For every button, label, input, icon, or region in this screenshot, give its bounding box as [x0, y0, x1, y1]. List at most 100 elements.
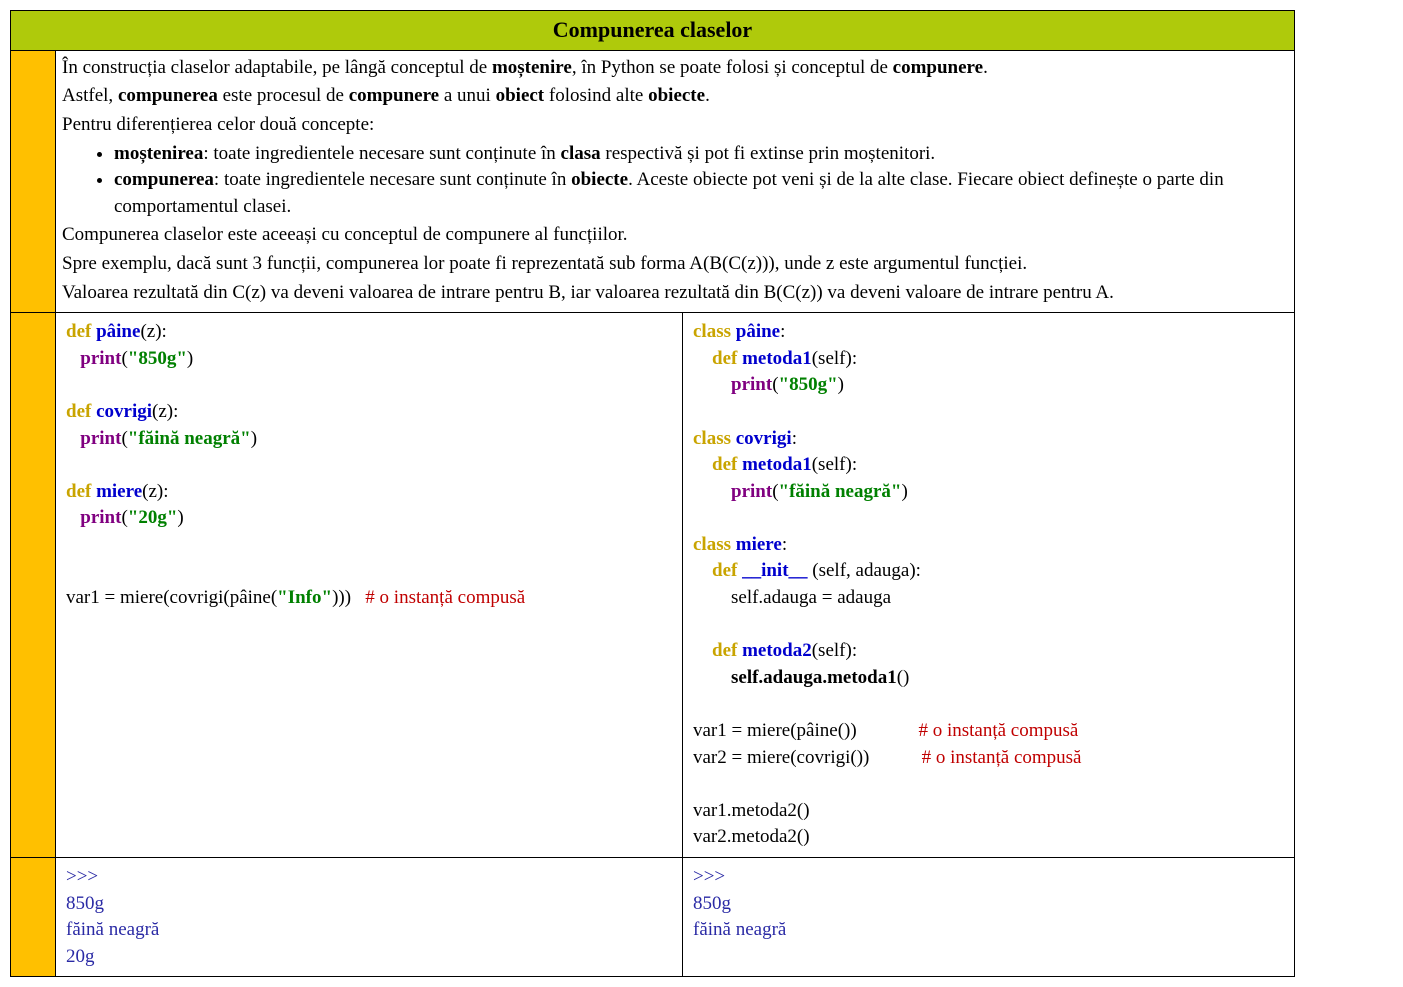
bold: compunere	[349, 85, 439, 106]
text: (self):	[812, 640, 857, 661]
text: :	[782, 534, 787, 555]
prompt: >>>	[66, 866, 98, 887]
bold: obiecte	[648, 85, 705, 106]
kw-def: def	[66, 321, 91, 342]
string-literal: "20g"	[128, 507, 178, 528]
text: : toate ingredientele necesare sunt conț…	[203, 143, 560, 164]
fn-print: print	[731, 481, 772, 502]
text: Astfel,	[62, 85, 118, 106]
output-line: făină neagră	[66, 919, 159, 940]
code-right-cell: class pâine: def metoda1(self): print("8…	[683, 313, 1295, 858]
text: )))	[332, 587, 365, 608]
output-line: 850g	[66, 893, 104, 914]
kw-class: class	[693, 321, 731, 342]
text: var1 = miere(covrigi(pâine(	[66, 587, 277, 608]
comment: # o instanță compusă	[365, 587, 525, 608]
text: self.adauga = adauga	[693, 587, 891, 608]
bold: clasa	[561, 143, 601, 164]
output-right-cell: >>> 850g făină neagră	[683, 858, 1295, 977]
text: folosind alte	[544, 85, 648, 106]
bold: moștenirea	[114, 143, 203, 164]
text: (z):	[140, 321, 166, 342]
bold: obiecte	[571, 169, 628, 190]
output-row: >>> 850g făină neagră 20g >>> 850g făină…	[11, 858, 1295, 977]
output-right: >>> 850g făină neagră	[689, 862, 1288, 946]
output-left-cell: >>> 850g făină neagră 20g	[56, 858, 683, 977]
fn-name: metoda1	[742, 348, 812, 369]
text: a unui	[439, 85, 495, 106]
text: (self, adauga):	[808, 560, 921, 581]
table-title: Compunerea claselor	[11, 11, 1295, 51]
text: .	[983, 57, 988, 78]
fn-print: print	[80, 428, 121, 449]
intro-row: În construcția claselor adaptabile, pe l…	[11, 50, 1295, 312]
fn-name: metoda1	[742, 454, 812, 475]
output-line: făină neagră	[693, 919, 786, 940]
kw-def: def	[712, 348, 737, 369]
class-name: miere	[736, 534, 782, 555]
text: var1 = miere(pâine())	[693, 720, 857, 741]
text: Valoarea rezultată din C(z) va deveni va…	[62, 280, 1288, 307]
code-row: def pâine(z): print("850g") def covrigi(…	[11, 313, 1295, 858]
text: .	[705, 85, 710, 106]
text: : toate ingredientele necesare sunt conț…	[214, 169, 571, 190]
kw-def: def	[712, 454, 737, 475]
string-literal: "făină neagră"	[128, 428, 251, 449]
prompt: >>>	[693, 866, 725, 887]
kw-def: def	[712, 560, 737, 581]
text: (z):	[142, 481, 168, 502]
text: ()	[897, 667, 910, 688]
text: (self):	[812, 454, 857, 475]
class-name: pâine	[736, 321, 780, 342]
comment: # o instanță compusă	[918, 720, 1078, 741]
text: , în Python se poate folosi și conceptul…	[572, 57, 893, 78]
string-literal: "850g"	[128, 348, 187, 369]
text: (z):	[152, 401, 178, 422]
bold: compunerea	[114, 169, 214, 190]
bold-call: self.adauga.metoda1	[731, 667, 897, 688]
class-composition-table: Compunerea claselor În construcția clase…	[10, 10, 1295, 977]
kw-def: def	[66, 401, 91, 422]
fn-name: covrigi	[96, 401, 152, 422]
text: Pentru diferențierea celor două concepte…	[62, 112, 1288, 139]
fn-print: print	[80, 348, 121, 369]
text: Spre exemplu, dacă sunt 3 funcții, compu…	[62, 251, 1288, 278]
fn-name: __init__	[742, 560, 807, 581]
code-left-cell: def pâine(z): print("850g") def covrigi(…	[56, 313, 683, 858]
code-block-left: def pâine(z): print("850g") def covrigi(…	[62, 317, 676, 614]
string-literal: "făină neagră"	[779, 481, 902, 502]
fn-print: print	[731, 374, 772, 395]
stripe-cell	[11, 50, 56, 312]
text: :	[780, 321, 785, 342]
text: În construcția claselor adaptabile, pe l…	[62, 57, 492, 78]
kw-def: def	[66, 481, 91, 502]
text: respectivă și pot fi extinse prin moșten…	[601, 143, 936, 164]
list-item: compunerea: toate ingredientele necesare…	[114, 167, 1288, 220]
fn-name: pâine	[96, 321, 140, 342]
kw-def: def	[712, 640, 737, 661]
text: :	[792, 428, 797, 449]
bold-compunere: compunere	[893, 57, 983, 78]
intro-cell: În construcția claselor adaptabile, pe l…	[56, 50, 1295, 312]
comment: # o instanță compusă	[922, 747, 1082, 768]
output-line: 20g	[66, 946, 95, 967]
text: este procesul de	[218, 85, 349, 106]
text: var2.metoda2()	[693, 826, 810, 847]
fn-name: metoda2	[742, 640, 812, 661]
output-line: 850g	[693, 893, 731, 914]
stripe-cell	[11, 313, 56, 858]
kw-class: class	[693, 534, 731, 555]
stripe-cell	[11, 858, 56, 977]
concepts-list: moștenirea: toate ingredientele necesare…	[62, 141, 1288, 221]
fn-print: print	[80, 507, 121, 528]
text: var2 = miere(covrigi())	[693, 747, 869, 768]
class-name: covrigi	[736, 428, 792, 449]
code-block-right: class pâine: def metoda1(self): print("8…	[689, 317, 1288, 853]
output-left: >>> 850g făină neagră 20g	[62, 862, 676, 972]
string-literal: "Info"	[277, 587, 332, 608]
text: Compunerea claselor este aceeași cu conc…	[62, 222, 1288, 249]
text: var1.metoda2()	[693, 800, 810, 821]
bold: obiect	[496, 85, 545, 106]
list-item: moștenirea: toate ingredientele necesare…	[114, 141, 1288, 168]
bold-mostenire: moștenire	[492, 57, 572, 78]
